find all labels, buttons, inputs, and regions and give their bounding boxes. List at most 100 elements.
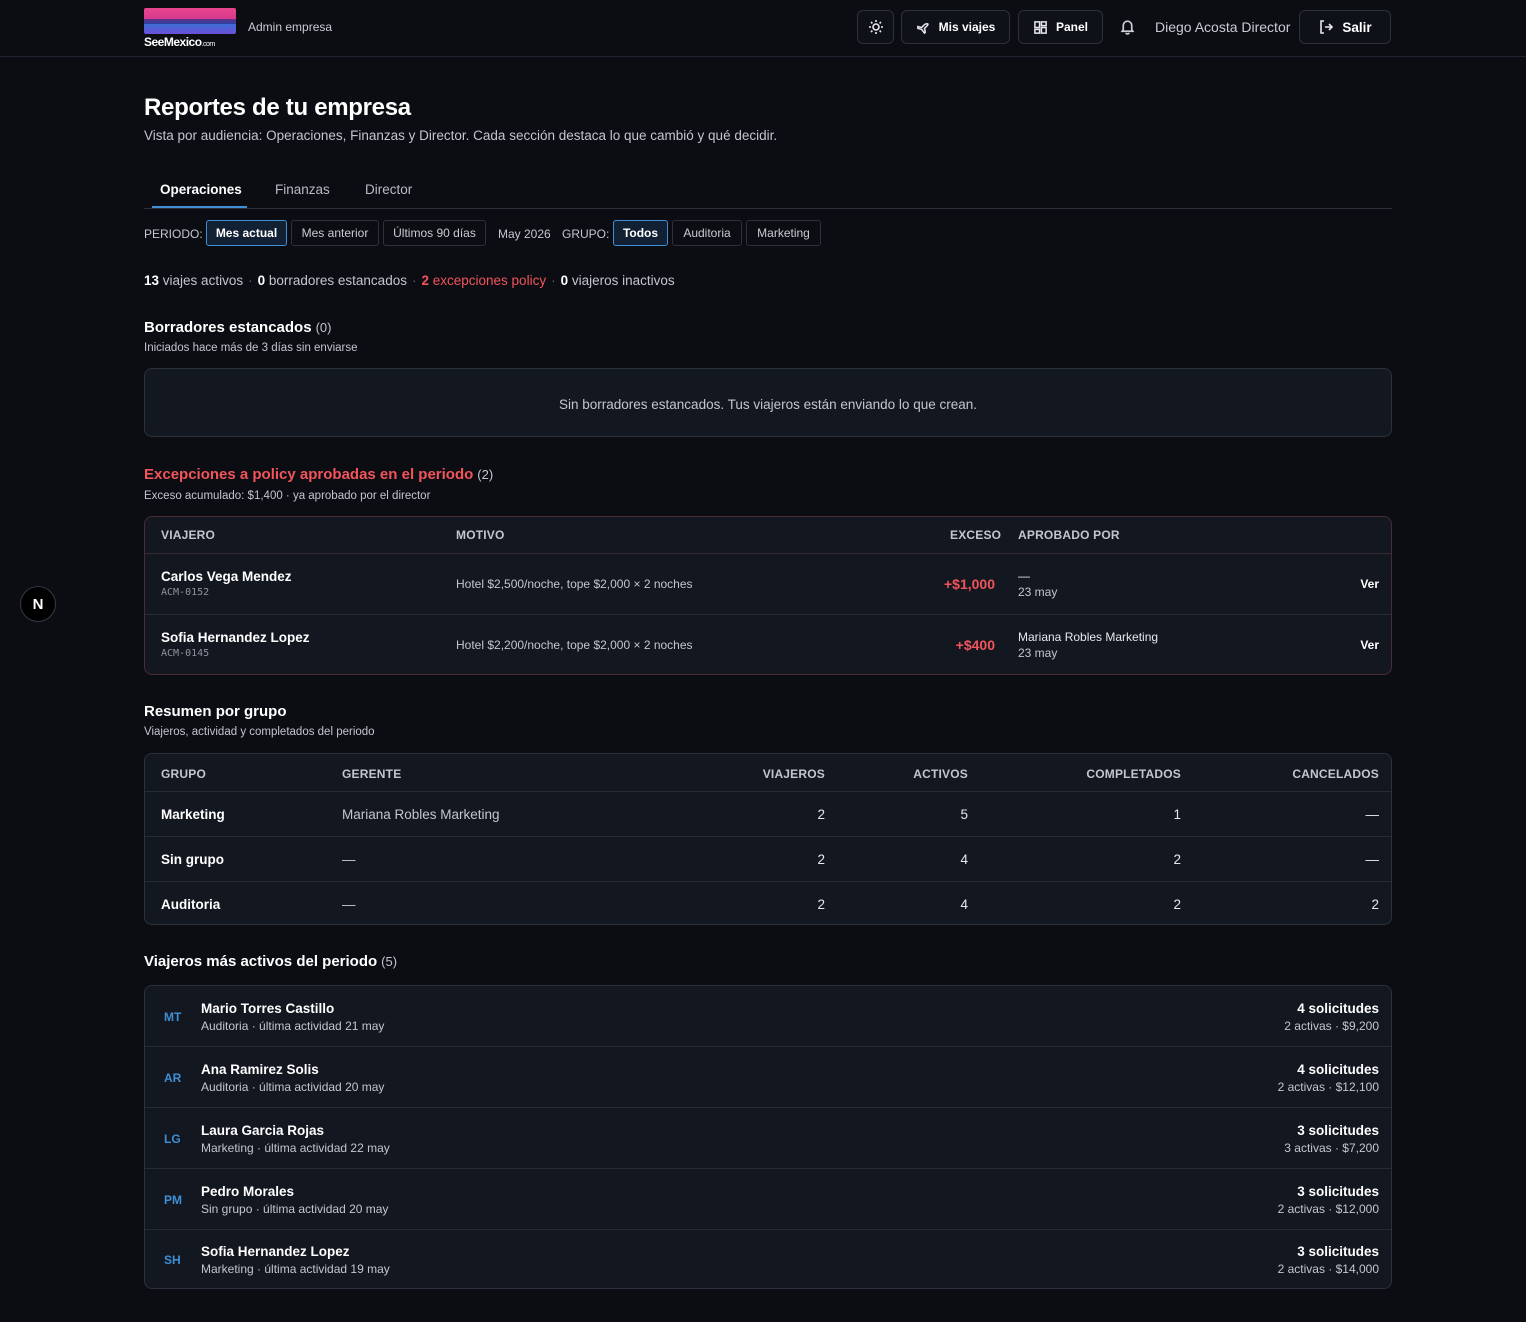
filters-bar: PERIODO: Mes actual Mes anterior Últimos… xyxy=(144,220,1392,246)
summary-line: 13 viajes activos · 0 borradores estancado… xyxy=(144,273,675,288)
drafts-card: Sin borradores estancados. Tus viajeros … xyxy=(144,368,1392,437)
top-travelers-title: Viajeros más activos del periodo (5) xyxy=(144,953,398,970)
exception-date: 23 may xyxy=(1018,585,1058,599)
logout-button[interactable]: Salir xyxy=(1299,10,1391,44)
group-cancelled: — xyxy=(1365,807,1380,822)
traveler-name: Mario Torres Castillo xyxy=(201,1001,335,1016)
policy-exceptions-summary[interactable]: 2 excepciones policy xyxy=(421,273,546,288)
group-active: 4 xyxy=(960,897,968,912)
traveler-requests: 3 solicitudes xyxy=(1297,1184,1379,1199)
exception-traveler-code: ACM-0152 xyxy=(161,587,210,598)
dev-tools-badge[interactable]: N xyxy=(20,586,56,622)
exception-reason: Hotel $2,500/noche, tope $2,000 × 2 noch… xyxy=(456,577,693,591)
logout-label: Salir xyxy=(1342,19,1372,35)
period-chip-ultimos-90[interactable]: Últimos 90 días xyxy=(383,220,486,246)
stale-drafts-label: borradores estancados xyxy=(268,273,407,288)
group-label: GRUPO: xyxy=(562,227,610,241)
group-travelers: 2 xyxy=(817,852,825,867)
exception-excess: +$1,000 xyxy=(944,576,995,592)
groups-section-subtitle: Viajeros, actividad y completados del pe… xyxy=(144,726,375,738)
active-tab-indicator xyxy=(152,206,247,208)
tab-finanzas[interactable]: Finanzas xyxy=(275,182,330,197)
logo-image xyxy=(144,8,236,34)
traveler-detail: 2 activas · $14,000 xyxy=(1277,1262,1379,1276)
seemexico-logo[interactable]: SeeMexico.com xyxy=(144,8,237,49)
exception-view-link[interactable]: Ver xyxy=(1315,577,1379,591)
group-travelers: 2 xyxy=(817,807,825,822)
mis-viajes-button[interactable]: Mis viajes xyxy=(901,10,1010,44)
groups-section-title: Resumen por grupo xyxy=(144,703,287,720)
exception-reason: Hotel $2,200/noche, tope $2,000 × 2 noch… xyxy=(456,638,693,652)
active-trips-label: viajes activos xyxy=(162,273,244,288)
group-chip-auditoria[interactable]: Auditoria xyxy=(672,220,742,246)
theme-toggle-button[interactable] xyxy=(857,10,894,44)
col-viajero: VIAJERO xyxy=(161,528,216,542)
traveler-meta: Marketing · última actividad 22 may xyxy=(201,1141,390,1155)
group-cancelled: — xyxy=(1365,852,1380,867)
group-active: 4 xyxy=(960,852,968,867)
period-chip-mes-actual[interactable]: Mes actual xyxy=(206,220,287,246)
avatar: SH xyxy=(164,1253,181,1267)
group-manager: Mariana Robles Marketing xyxy=(342,807,500,822)
group-cancelled: 2 xyxy=(1371,897,1379,912)
group-completed: 2 xyxy=(1173,852,1181,867)
traveler-name: Ana Ramirez Solis xyxy=(201,1062,319,1077)
user-name[interactable]: Diego Acosta Director xyxy=(1155,19,1290,35)
drafts-empty-message: Sin borradores estancados. Tus viajeros … xyxy=(558,397,977,412)
traveler-requests: 3 solicitudes xyxy=(1297,1123,1379,1138)
col-grupo: GRUPO xyxy=(161,767,207,781)
col-viajeros: VIAJEROS xyxy=(762,767,825,781)
traveler-requests: 3 solicitudes xyxy=(1297,1244,1379,1259)
inactive-travelers-count: 0 xyxy=(560,273,569,288)
period-chip-mes-anterior[interactable]: Mes anterior xyxy=(291,220,379,246)
traveler-meta: Auditoria · última actividad 20 may xyxy=(201,1080,385,1094)
active-trips-count: 13 xyxy=(144,273,160,288)
panel-button[interactable]: Panel xyxy=(1018,10,1103,44)
group-travelers: 2 xyxy=(817,897,825,912)
group-manager: — xyxy=(342,897,356,912)
group-active: 5 xyxy=(960,807,968,822)
group-chip-todos[interactable]: Todos xyxy=(613,220,668,246)
group-name: Auditoria xyxy=(161,897,221,912)
groups-table: GRUPO GERENTE VIAJEROS ACTIVOS COMPLETAD… xyxy=(144,753,1392,925)
traveler-name: Laura Garcia Rojas xyxy=(201,1123,325,1138)
avatar: MT xyxy=(164,1010,182,1024)
group-name: Sin grupo xyxy=(161,852,224,867)
mis-viajes-label: Mis viajes xyxy=(938,20,996,34)
exception-excess: +$400 xyxy=(955,637,995,653)
tab-director[interactable]: Director xyxy=(365,182,412,197)
sun-icon xyxy=(868,20,883,34)
dashboard-icon xyxy=(1034,20,1047,34)
traveler-requests: 4 solicitudes xyxy=(1297,1062,1379,1077)
tab-operaciones[interactable]: Operaciones xyxy=(160,182,242,197)
exceptions-section-subtitle: Exceso acumulado: $1,400 · ya aprobado p… xyxy=(144,490,431,502)
exception-date: 23 may xyxy=(1018,646,1058,660)
group-completed: 1 xyxy=(1173,807,1181,822)
logo-suffix: .com xyxy=(201,41,216,48)
group-completed: 2 xyxy=(1173,897,1181,912)
group-chip-marketing[interactable]: Marketing xyxy=(746,220,821,246)
panel-label: Panel xyxy=(1055,20,1088,34)
drafts-section-title: Borradores estancados (0) xyxy=(144,319,332,336)
stale-drafts-count: 0 xyxy=(257,273,266,288)
notifications-button[interactable] xyxy=(1119,18,1136,38)
page-subtitle: Vista por audiencia: Operaciones, Finanz… xyxy=(144,128,778,143)
col-motivo: MOTIVO xyxy=(456,528,505,542)
traveler-requests: 4 solicitudes xyxy=(1297,1001,1379,1016)
traveler-detail: 2 activas · $12,100 xyxy=(1277,1080,1379,1094)
exception-view-link[interactable]: Ver xyxy=(1315,638,1379,652)
group-name: Marketing xyxy=(161,807,225,822)
plane-icon xyxy=(916,22,929,34)
drafts-section-subtitle: Iniciados hace más de 3 días sin enviars… xyxy=(144,342,358,354)
logout-icon xyxy=(1320,20,1334,34)
exception-approver: Mariana Robles Marketing xyxy=(1018,630,1159,644)
traveler-meta: Auditoria · última actividad 21 may xyxy=(201,1019,385,1033)
traveler-meta: Marketing · última actividad 19 may xyxy=(201,1262,390,1276)
group-manager: — xyxy=(342,852,356,867)
exception-traveler-name: Carlos Vega Mendez xyxy=(161,569,292,584)
exception-approver: — xyxy=(1018,569,1030,583)
exception-traveler-code: ACM-0145 xyxy=(161,648,210,659)
exceptions-table: VIAJERO MOTIVO EXCESO APROBADO POR Carlo… xyxy=(144,516,1392,675)
col-gerente: GERENTE xyxy=(342,767,402,781)
inactive-travelers-label: viajeros inactivos xyxy=(571,273,675,288)
